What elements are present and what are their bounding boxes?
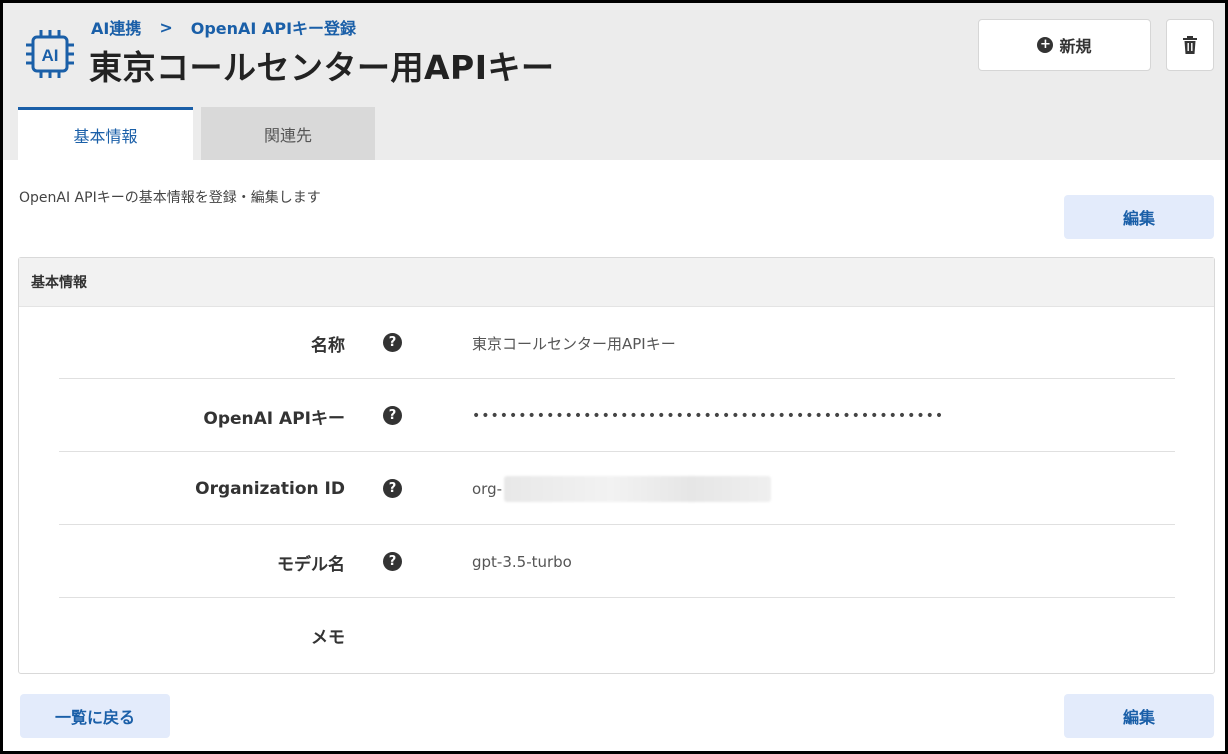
field-value-api-key: ••••••••••••••••••••••••••••••••••••••••… xyxy=(472,408,945,424)
field-row-name: 名称 ? 東京コールセンター用APIキー xyxy=(59,307,1175,379)
edit-button-bottom[interactable]: 編集 xyxy=(1064,694,1214,738)
breadcrumb-separator: > xyxy=(159,17,173,37)
trash-icon xyxy=(1183,36,1197,54)
breadcrumb-item-openai-key[interactable]: OpenAI APIキー登録 xyxy=(191,15,356,39)
redacted-blur xyxy=(504,476,772,502)
new-button[interactable]: + 新規 xyxy=(978,19,1151,71)
help-icon[interactable]: ? xyxy=(383,333,402,352)
tab-basic-info[interactable]: 基本情報 xyxy=(18,107,193,160)
field-label-organization-id: Organization ID xyxy=(195,479,345,499)
field-row-memo: メモ xyxy=(59,599,1175,671)
help-icon[interactable]: ? xyxy=(383,406,402,425)
app-frame: AI AI連携 > OpenAI APIキー登録 東京コールセンター用APIキー… xyxy=(0,0,1228,754)
tab-related[interactable]: 関連先 xyxy=(201,107,375,160)
field-value-organization-id: org- xyxy=(472,453,772,525)
help-icon[interactable]: ? xyxy=(383,479,402,498)
page-description: OpenAI APIキーの基本情報を登録・編集します xyxy=(19,190,321,206)
field-label-memo: メモ xyxy=(311,627,345,648)
ai-chip-icon: AI xyxy=(26,30,74,78)
new-button-label: 新規 xyxy=(1059,37,1092,56)
help-icon[interactable]: ? xyxy=(383,552,402,571)
panel-title: 基本情報 xyxy=(19,258,1214,307)
delete-button[interactable] xyxy=(1166,19,1214,71)
back-to-list-button[interactable]: 一覧に戻る xyxy=(20,694,170,738)
page-header: AI AI連携 > OpenAI APIキー登録 東京コールセンター用APIキー… xyxy=(3,3,1225,160)
plus-circle-icon: + xyxy=(1037,37,1054,53)
page-title: 東京コールセンター用APIキー xyxy=(89,48,555,87)
field-label-api-key: OpenAI APIキー xyxy=(203,408,345,429)
edit-button-top[interactable]: 編集 xyxy=(1064,195,1214,239)
field-value-model: gpt-3.5-turbo xyxy=(472,553,572,571)
field-value-name: 東京コールセンター用APIキー xyxy=(472,334,676,353)
breadcrumb: AI連携 > OpenAI APIキー登録 xyxy=(91,15,356,39)
basic-info-panel: 基本情報 名称 ? 東京コールセンター用APIキー OpenAI APIキー ?… xyxy=(18,257,1215,674)
field-row-api-key: OpenAI APIキー ? •••••••••••••••••••••••••… xyxy=(59,380,1175,452)
organization-id-prefix: org- xyxy=(472,480,503,498)
field-label-name: 名称 xyxy=(311,335,345,356)
field-row-organization-id: Organization ID ? org- xyxy=(59,453,1175,525)
field-label-model: モデル名 xyxy=(277,554,345,575)
ai-chip-icon-text: AI xyxy=(42,46,59,65)
field-row-model: モデル名 ? gpt-3.5-turbo xyxy=(59,526,1175,598)
breadcrumb-item-ai[interactable]: AI連携 xyxy=(91,15,141,39)
